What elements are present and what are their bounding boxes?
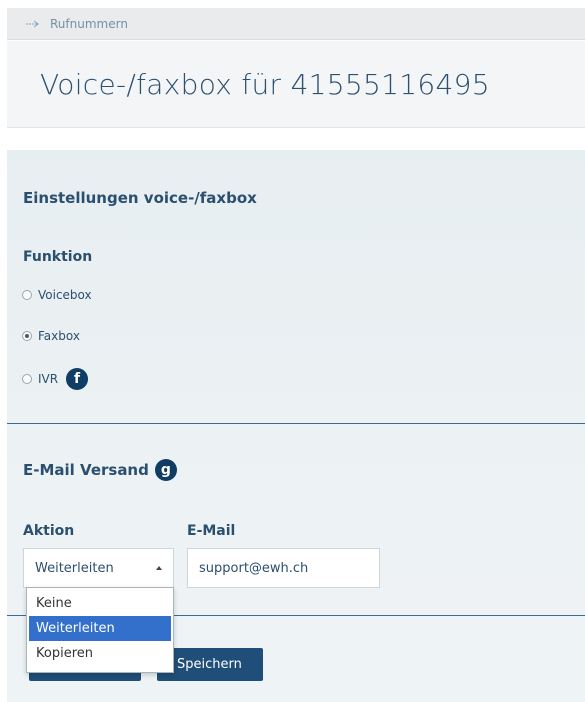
annotation-badge-g: g (154, 459, 177, 481)
breadcrumb-link-rufnummern[interactable]: Rufnummern (50, 17, 128, 31)
action-select-value: Weiterleiten (35, 560, 114, 576)
save-button-label: Speichern (177, 657, 242, 672)
caret-up-icon (156, 566, 162, 570)
dropdown-option-keine[interactable]: Keine (29, 591, 171, 616)
function-label: Funktion (23, 249, 93, 265)
radio-option-faxbox[interactable]: Faxbox (22, 329, 80, 343)
email-section-title: E-Mail Versand (23, 461, 149, 479)
settings-section-title: Einstellungen voice-/faxbox (23, 189, 257, 207)
settings-panel: Einstellungen voice-/faxbox Funktion Voi… (7, 150, 585, 702)
email-input[interactable]: support@ewh.ch (187, 548, 380, 588)
arrow-right-icon (26, 20, 40, 28)
breadcrumb: Rufnummern (7, 8, 585, 40)
radio-button-checked[interactable] (22, 331, 32, 341)
radio-label: Faxbox (38, 329, 80, 343)
email-input-value: support@ewh.ch (199, 560, 309, 576)
section-divider (7, 423, 585, 424)
dropdown-option-kopieren[interactable]: Kopieren (29, 641, 171, 666)
annotation-badge-f: f (66, 368, 89, 390)
radio-label: Voicebox (38, 288, 92, 302)
email-section-heading: E-Mail Versand g (23, 459, 177, 481)
radio-option-ivr[interactable]: IVR f (22, 368, 89, 390)
radio-button[interactable] (22, 290, 32, 300)
action-dropdown-menu: Keine Weiterleiten Kopieren (26, 587, 174, 673)
radio-button[interactable] (22, 374, 32, 384)
radio-option-voicebox[interactable]: Voicebox (22, 288, 92, 302)
email-label: E-Mail (187, 523, 236, 539)
action-label: Aktion (23, 523, 75, 539)
action-select[interactable]: Weiterleiten (23, 548, 174, 588)
page-header: Voice-/faxbox für 41555116495 (7, 41, 585, 128)
radio-label: IVR (38, 372, 59, 386)
page-title: Voice-/faxbox für 41555116495 (40, 68, 490, 101)
dropdown-option-weiterleiten[interactable]: Weiterleiten (29, 616, 171, 641)
